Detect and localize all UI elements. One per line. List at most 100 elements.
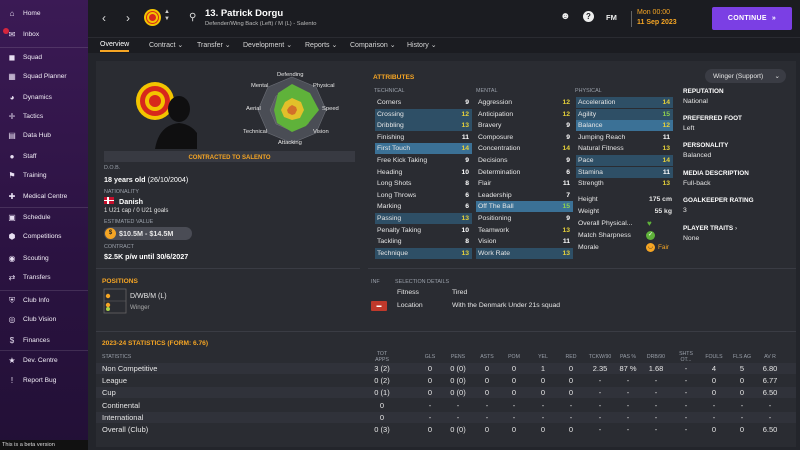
table-row[interactable]: Continental 0 - - - - - - - - - - - - - xyxy=(96,400,796,411)
table-cell: 0 xyxy=(484,388,490,398)
table-cell: Overall (Club) xyxy=(102,425,149,434)
attribute-row[interactable]: Determination 6 xyxy=(476,167,573,178)
technical-label: TECHNICAL xyxy=(374,88,405,94)
attribute-row[interactable]: Finishing 11 xyxy=(375,132,472,143)
attribute-row[interactable]: Penalty Taking 10 xyxy=(375,225,472,236)
sidebar-item-transfers[interactable]: ⇄ Transfers xyxy=(0,267,88,287)
attribute-row[interactable]: Stamina 11 xyxy=(576,166,673,178)
attribute-row[interactable]: Teamwork 13 xyxy=(476,225,573,236)
attribute-value: 6 xyxy=(465,203,469,211)
tab-overview[interactable]: Overview xyxy=(100,41,130,52)
attribute-row[interactable]: Marking 6 xyxy=(375,201,472,212)
attribute-row[interactable]: Pace 14 xyxy=(576,155,673,166)
sidebar-item-inbox[interactable]: ✉ Inbox xyxy=(0,24,88,44)
player-switch-icon[interactable]: ▲ ▼ xyxy=(164,9,170,23)
attribute-row[interactable]: Jumping Reach 11 xyxy=(576,132,673,143)
table-row[interactable]: League 0 (2) 0 0 (0) 0 0 0 0 - - - - 0 0 6.77 xyxy=(96,375,796,386)
tab-label: Contract xyxy=(149,42,176,49)
attribute-row[interactable]: Aggression 12 xyxy=(476,97,573,108)
sidebar-item-report-bug[interactable]: ! Report Bug xyxy=(0,370,88,390)
denmark-flag-icon xyxy=(104,197,114,204)
attribute-row[interactable]: Heading 10 xyxy=(375,167,472,178)
sidebar-item-squad-planner[interactable]: ▦ Squad Planner xyxy=(0,66,88,86)
table-cell: - xyxy=(598,376,602,386)
tab-history[interactable]: History ⌄ xyxy=(407,41,437,49)
attribute-value: 12 xyxy=(461,110,469,118)
attribute-row[interactable]: Tackling 8 xyxy=(375,236,472,247)
forward-icon[interactable]: › xyxy=(120,9,136,27)
attribute-row[interactable]: Corners 9 xyxy=(375,97,472,108)
sidebar-item-club-info[interactable]: ⛨ Club Info xyxy=(0,290,88,310)
table-cell: 6.77 xyxy=(762,376,778,386)
sidebar-item-label: Report Bug xyxy=(23,376,57,384)
traits-label[interactable]: PLAYER TRAITS xyxy=(683,225,733,232)
sidebar-item-label: Competitions xyxy=(23,232,62,240)
sidebar-item-tactics[interactable]: ✛ Tactics xyxy=(0,106,88,126)
fm-menu-icon[interactable]: FM xyxy=(606,13,617,22)
attribute-row[interactable]: Leadership 7 xyxy=(476,190,573,201)
attribute-row[interactable]: Decisions 9 xyxy=(476,155,573,166)
attribute-row[interactable]: Long Shots 8 xyxy=(375,178,472,189)
fitness-value: Tired xyxy=(452,289,468,296)
table-row[interactable]: International 0 - - - - - - - - - - - - - xyxy=(96,411,796,423)
sidebar-item-medical-centre[interactable]: ✚ Medical Centre xyxy=(0,186,88,206)
sidebar-item-data-hub[interactable]: ▤ Data Hub xyxy=(0,125,88,145)
sidebar-item-home[interactable]: ⌂ Home xyxy=(0,3,88,23)
sidebar-item-dynamics[interactable]: ◕ Dynamics xyxy=(0,87,88,107)
attribute-row[interactable]: Agility 15 xyxy=(576,108,673,120)
sidebar-item-squad[interactable]: ◼ Squad xyxy=(0,47,88,67)
attribute-name: Teamwork xyxy=(478,226,509,234)
table-cell: - xyxy=(626,412,630,422)
weight-value: 55 kg xyxy=(654,208,672,215)
sidebar-item-schedule[interactable]: ▣ Schedule xyxy=(0,207,88,227)
table-cell: - xyxy=(654,400,658,410)
tab-contract[interactable]: Contract ⌄ xyxy=(149,41,183,49)
attribute-row[interactable]: Composure 9 xyxy=(476,132,573,143)
attribute-row[interactable]: Long Throws 6 xyxy=(375,190,472,201)
attribute-row[interactable]: Off The Ball 15 xyxy=(476,201,573,213)
attribute-row[interactable]: First Touch 14 xyxy=(375,143,472,155)
attribute-row[interactable]: Crossing 12 xyxy=(375,108,472,120)
search-icon[interactable]: ⚲ xyxy=(189,12,196,23)
tab-reports[interactable]: Reports ⌄ xyxy=(305,41,337,49)
back-icon[interactable]: ‹ xyxy=(96,9,112,27)
sidebar-item-club-vision[interactable]: ◎ Club Vision xyxy=(0,309,88,329)
table-cell: - xyxy=(598,412,602,422)
sidebar-item-staff[interactable]: ● Staff xyxy=(0,146,88,166)
sidebar-item-competitions[interactable]: ⬢ Competitions xyxy=(0,226,88,246)
tab-label: Transfer xyxy=(197,42,223,49)
attribute-row[interactable]: Balance 12 xyxy=(576,120,673,132)
attribute-row[interactable]: Vision 11 xyxy=(476,236,573,247)
help-icon[interactable]: ? xyxy=(583,11,594,22)
sidebar-item-dev-centre[interactable]: ★ Dev. Centre xyxy=(0,350,88,370)
tab-transfer[interactable]: Transfer ⌄ xyxy=(197,41,231,49)
tab-comparison[interactable]: Comparison ⌄ xyxy=(350,41,396,49)
attribute-value: 14 xyxy=(562,145,570,153)
attribute-row[interactable]: Positioning 9 xyxy=(476,213,573,224)
table-row[interactable]: Non Competitive 3 (2) 0 0 (0) 0 0 1 0 2.35 87 % 1.… xyxy=(96,363,796,374)
attribute-row[interactable]: Free Kick Taking 9 xyxy=(375,155,472,166)
manager-icon[interactable]: ☻ xyxy=(560,11,571,22)
attribute-row[interactable]: Concentration 14 xyxy=(476,143,573,154)
table-row[interactable]: Cup 0 (1) 0 0 (0) 0 0 0 0 - - - - 0 0 6.50 xyxy=(96,387,796,399)
attribute-row[interactable]: Dribbling 13 xyxy=(375,120,472,132)
attribute-row[interactable]: Natural Fitness 13 xyxy=(576,143,673,154)
attribute-row[interactable]: Passing 13 xyxy=(375,213,472,224)
continue-button[interactable]: CONTINUE » xyxy=(712,7,792,30)
attribute-row[interactable]: Acceleration 14 xyxy=(576,97,673,108)
tab-development[interactable]: Development ⌄ xyxy=(243,41,292,49)
role-dropdown[interactable]: Winger (Support) ⌄ xyxy=(705,69,786,83)
sidebar-item-scouting[interactable]: ◉ Scouting xyxy=(0,248,88,268)
sidebar-item-training[interactable]: ⚑ Training xyxy=(0,165,88,185)
attribute-row[interactable]: Bravery 9 xyxy=(476,120,573,131)
attribute-row[interactable]: Strength 13 xyxy=(576,178,673,189)
attribute-row[interactable]: Technique 13 xyxy=(375,247,472,259)
attribute-row[interactable]: Flair 11 xyxy=(476,178,573,189)
attribute-row[interactable]: Anticipation 12 xyxy=(476,109,573,120)
table-row[interactable]: Overall (Club) 0 (3) 0 0 (0) 0 0 0 0 - - - - 0 0 6.50 xyxy=(96,424,796,435)
attribute-name: Off The Ball xyxy=(478,203,514,211)
attribute-row[interactable]: Work Rate 13 xyxy=(476,247,573,259)
sidebar-item-finances[interactable]: $ Finances xyxy=(0,330,88,350)
table-cell: International xyxy=(102,412,144,422)
club-crest-icon[interactable] xyxy=(144,9,161,26)
